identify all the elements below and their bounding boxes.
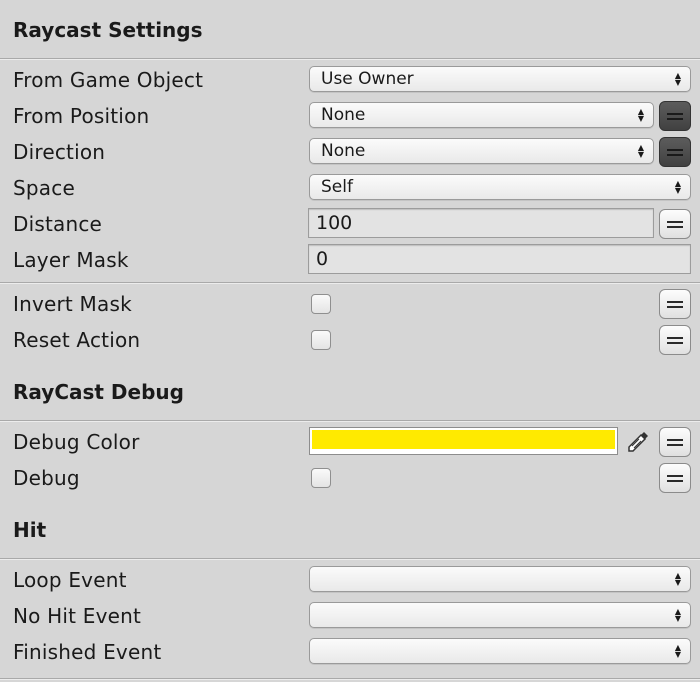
row-invert-mask: Invert Mask	[0, 286, 700, 322]
field-label: Distance	[13, 212, 103, 236]
section-divider	[0, 58, 700, 60]
section-divider	[0, 420, 700, 422]
updown-arrows-icon: ▲ ▼	[637, 107, 645, 123]
dropdown-value: None	[321, 141, 366, 161]
debug-checkbox[interactable]	[311, 468, 331, 488]
section-title: RayCast Debug	[13, 380, 184, 404]
section-divider	[0, 558, 700, 560]
equals-icon	[667, 149, 683, 151]
field-label: Loop Event	[13, 568, 127, 592]
input-value: 0	[316, 248, 329, 270]
row-from-game-object: From Game Object Use Owner ▲ ▼	[0, 62, 700, 98]
equals-icon-bar	[667, 226, 683, 228]
bottom-divider	[0, 678, 700, 680]
section-raycast-settings: Raycast Settings	[0, 18, 700, 44]
from-game-object-dropdown[interactable]: Use Owner ▲ ▼	[309, 66, 691, 92]
invert-mask-checkbox[interactable]	[311, 294, 331, 314]
color-swatch	[312, 430, 615, 449]
row-distance: Distance 100	[0, 206, 700, 242]
field-label: Space	[13, 176, 75, 200]
from-position-variable-toggle[interactable]	[659, 101, 691, 131]
direction-variable-toggle[interactable]	[659, 137, 691, 167]
input-value: 100	[316, 212, 353, 234]
equals-icon	[667, 337, 683, 339]
reset-action-checkbox[interactable]	[311, 330, 331, 350]
row-divider	[0, 282, 700, 284]
equals-icon	[667, 221, 683, 223]
row-debug: Debug	[0, 460, 700, 496]
updown-arrows-icon: ▲ ▼	[674, 643, 682, 659]
equals-icon	[667, 439, 683, 441]
loop-event-dropdown[interactable]: ▲ ▼	[309, 566, 691, 592]
invert-mask-variable-toggle[interactable]	[659, 289, 691, 319]
equals-icon	[667, 301, 683, 303]
eyedropper-icon[interactable]	[625, 429, 651, 455]
equals-icon-bar	[667, 154, 683, 156]
section-raycast-debug: RayCast Debug	[0, 380, 700, 406]
field-label: No Hit Event	[13, 604, 142, 628]
dropdown-value: Self	[321, 177, 353, 197]
row-loop-event: Loop Event ▲ ▼	[0, 562, 700, 598]
equals-icon	[667, 475, 683, 477]
space-dropdown[interactable]: Self ▲ ▼	[309, 174, 691, 200]
distance-input[interactable]: 100	[308, 208, 654, 238]
equals-icon-bar	[667, 342, 683, 344]
field-label: Direction	[13, 140, 106, 164]
finished-event-dropdown[interactable]: ▲ ▼	[309, 638, 691, 664]
field-label: Finished Event	[13, 640, 162, 664]
debug-color-field[interactable]	[309, 427, 618, 455]
dropdown-value: None	[321, 105, 366, 125]
field-label: From Game Object	[13, 68, 204, 92]
section-title: Raycast Settings	[13, 18, 203, 42]
section-hit: Hit	[0, 518, 700, 544]
reset-action-variable-toggle[interactable]	[659, 325, 691, 355]
debug-color-variable-toggle[interactable]	[659, 427, 691, 457]
updown-arrows-icon: ▲ ▼	[674, 607, 682, 623]
debug-variable-toggle[interactable]	[659, 463, 691, 493]
row-no-hit-event: No Hit Event ▲ ▼	[0, 598, 700, 634]
dropdown-value: Use Owner	[321, 69, 414, 89]
row-finished-event: Finished Event ▲ ▼	[0, 634, 700, 670]
updown-arrows-icon: ▲ ▼	[674, 179, 682, 195]
row-debug-color: Debug Color	[0, 424, 700, 460]
direction-dropdown[interactable]: None ▲ ▼	[309, 138, 654, 164]
equals-icon-bar	[667, 306, 683, 308]
from-position-dropdown[interactable]: None ▲ ▼	[309, 102, 654, 128]
field-label: Debug	[13, 466, 80, 490]
field-label: From Position	[13, 104, 150, 128]
raycast-inspector-panel: Raycast Settings From Game Object Use Ow…	[0, 0, 700, 682]
field-label: Debug Color	[13, 430, 140, 454]
equals-icon-bar	[667, 444, 683, 446]
row-space: Space Self ▲ ▼	[0, 170, 700, 206]
distance-variable-toggle[interactable]	[659, 209, 691, 239]
row-layer-mask: Layer Mask 0	[0, 242, 700, 278]
updown-arrows-icon: ▲ ▼	[674, 571, 682, 587]
row-reset-action: Reset Action	[0, 322, 700, 358]
layer-mask-input[interactable]: 0	[308, 244, 691, 274]
equals-icon-bar	[667, 118, 683, 120]
row-from-position: From Position None ▲ ▼	[0, 98, 700, 134]
no-hit-event-dropdown[interactable]: ▲ ▼	[309, 602, 691, 628]
equals-icon	[667, 113, 683, 115]
field-label: Reset Action	[13, 328, 141, 352]
updown-arrows-icon: ▲ ▼	[674, 71, 682, 87]
field-label: Layer Mask	[13, 248, 129, 272]
equals-icon-bar	[667, 480, 683, 482]
updown-arrows-icon: ▲ ▼	[637, 143, 645, 159]
field-label: Invert Mask	[13, 292, 132, 316]
section-title: Hit	[13, 518, 47, 542]
row-direction: Direction None ▲ ▼	[0, 134, 700, 170]
